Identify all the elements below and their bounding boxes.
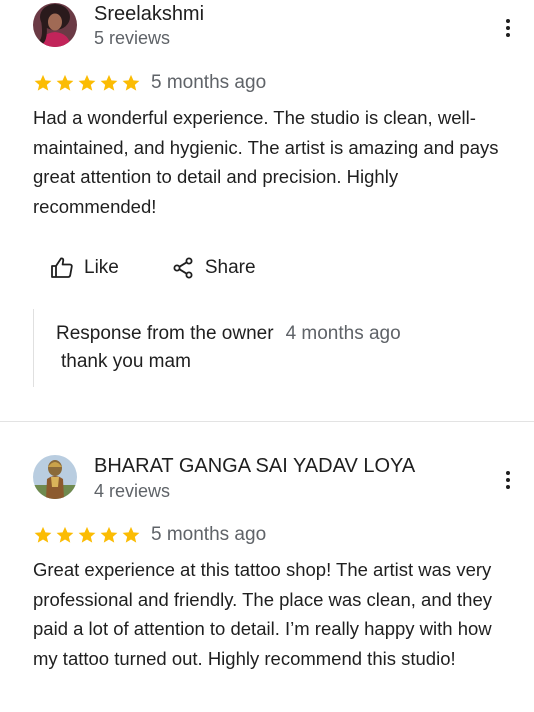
star-rating [33,73,141,93]
review-divider [0,421,534,422]
owner-response-date: 4 months ago [285,323,401,344]
review-date: 5 months ago [151,72,267,93]
star-icon [100,526,118,543]
avatar[interactable] [33,455,77,499]
reviewer-name[interactable]: Sreelakshmi [94,3,204,26]
reviewer-name[interactable]: BHARAT GANGA SAI YADAV LOYA [94,455,415,478]
avatar[interactable] [33,3,77,47]
reviewer-review-count: 5 reviews [94,28,171,48]
review-actions: Like Share [50,256,256,280]
star-icon [122,526,140,543]
star-rating [33,525,141,545]
owner-response-text: thank you mam [61,351,191,372]
review-text: Great experience at this tattoo shop! Th… [33,559,493,669]
reviewer-review-count: 4 reviews [94,481,171,501]
star-icon [122,74,140,91]
star-icon [78,74,96,91]
rating-row: 5 months ago [33,524,266,546]
star-icon [100,74,118,91]
review-date: 5 months ago [151,524,267,545]
rating-row: 5 months ago [33,72,266,94]
share-icon [173,257,193,279]
more-options-icon[interactable] [496,468,520,492]
owner-response-header: Response from the owner 4 months ago [56,323,401,345]
star-icon [34,74,52,91]
owner-response: Response from the owner 4 months ago tha… [33,309,504,387]
share-label: Share [204,257,256,278]
share-button[interactable]: Share [171,256,256,280]
star-icon [56,74,74,91]
star-icon [34,526,52,543]
like-label: Like [84,257,119,278]
star-icon [78,526,96,543]
review-text: Had a wonderful experience. The studio i… [33,107,499,217]
more-options-icon[interactable] [496,16,520,40]
thumb-up-icon [51,257,73,278]
star-icon [56,526,74,543]
like-button[interactable]: Like [50,256,119,280]
owner-response-title: Response from the owner [56,323,274,344]
